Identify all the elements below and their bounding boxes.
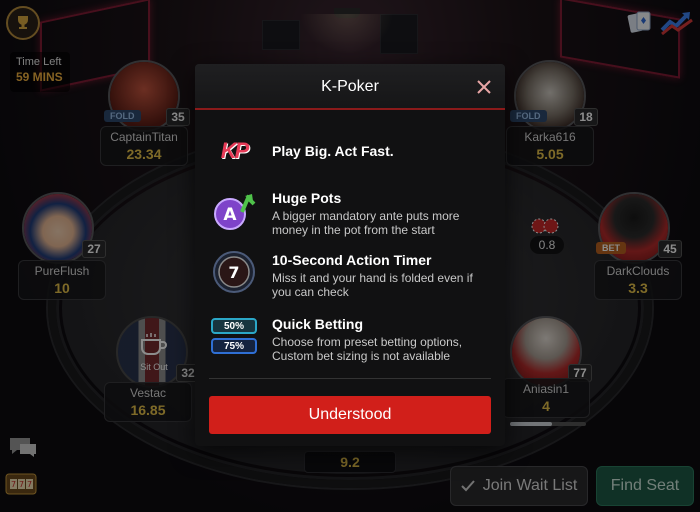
preset-50-pill: 50% [211,318,257,334]
understood-label: Understood [308,406,392,423]
feature-quick-betting: 50% 75% Quick Betting Choose from preset… [209,316,495,363]
close-icon [477,80,491,94]
ante-icon: A [209,190,259,230]
feature-description: Miss it and your hand is folded even if … [272,271,473,299]
svg-text:7: 7 [228,263,239,282]
preset-75-pill: 75% [211,338,257,354]
feature-action-timer: 7 10-Second Action Timer Miss it and you… [209,251,495,299]
feature-description: Choose from preset betting options, Cust… [272,335,463,363]
feature-title: 10-Second Action Timer [272,252,432,268]
dialog-title: K-Poker [321,78,379,95]
dialog-header: K-Poker [195,64,505,110]
understood-button[interactable]: Understood [209,396,491,434]
feature-title: Huge Pots [272,190,342,206]
timer-icon: 7 [209,251,259,293]
feature-huge-pots: A Huge Pots A bigger mandatory ante puts… [209,190,495,237]
k-poker-info-dialog: K-Poker KP Play Big. Act Fast. A Huge Po… [195,64,505,446]
feature-title: Play Big. Act Fast. [272,143,394,159]
svg-text:A: A [223,205,237,225]
feature-description: A bigger mandatory ante puts more money … [272,209,460,237]
preset-bet-pills: 50% 75% [209,316,259,356]
dialog-divider [209,378,491,379]
feature-title: Quick Betting [272,316,364,332]
close-button[interactable] [473,76,495,98]
feature-play-big: KP Play Big. Act Fast. [209,136,495,166]
kp-logo-icon: KP [220,138,250,163]
